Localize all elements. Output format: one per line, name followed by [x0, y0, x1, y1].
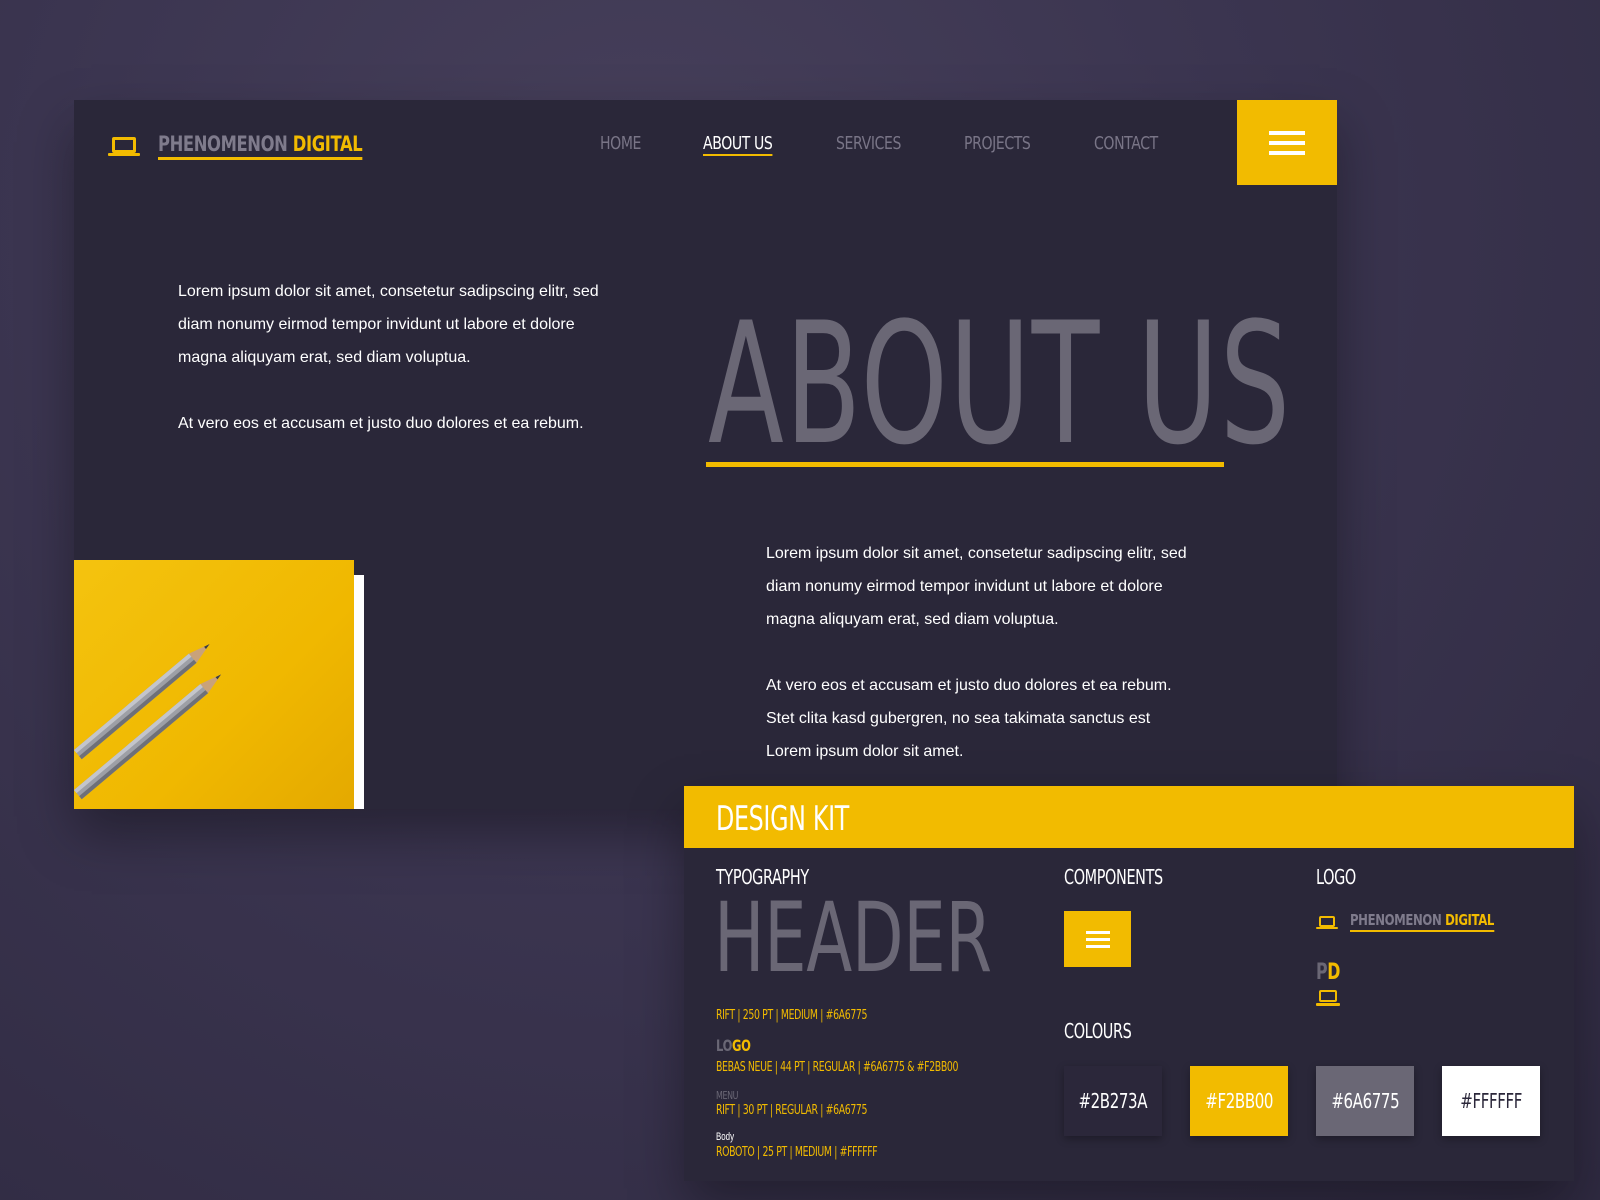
color-swatch-white: #FFFFFF — [1442, 1066, 1540, 1136]
brand-name-part2: DIGITAL — [292, 132, 363, 156]
logo-font-spec: BEBAS NEUE | 44 PT | REGULAR | #6A6775 &… — [716, 1060, 959, 1075]
brand-name-part1: PHENOMENON — [158, 132, 288, 156]
title-underline — [706, 462, 1224, 467]
menu-font-sample: MENU — [716, 1089, 739, 1102]
about-paragraph-2: At vero eos et accusam et justo duo dolo… — [766, 677, 1172, 760]
pencils-illustration — [74, 644, 222, 800]
header-font-spec: RIFT | 250 PT | MEDIUM | #6A6775 — [716, 1008, 868, 1023]
body-font-sample: Body — [716, 1131, 735, 1143]
color-swatch-yellow: #F2BB00 — [1190, 1066, 1288, 1136]
nav-about-us[interactable]: ABOUT US — [703, 133, 773, 156]
intro-paragraph-2: At vero eos et accusam et justo duo dolo… — [178, 415, 584, 432]
pencils-on-yellow-photo — [74, 560, 364, 809]
logo-font-sample: LOGO — [716, 1036, 751, 1055]
design-kit-header: DESIGN KIT — [684, 786, 1574, 848]
nav-contact[interactable]: CONTACT — [1094, 133, 1158, 154]
brand-name: PHENOMENON DIGITAL — [158, 132, 363, 160]
laptop-icon — [108, 133, 140, 159]
hamburger-menu-icon — [1085, 930, 1110, 934]
logo-full-sample: PHENOMENON DIGITAL — [1316, 911, 1535, 932]
intro-text: Lorem ipsum dolor sit amet, consetetur s… — [178, 275, 618, 440]
logo-wordmark: PHENOMENON DIGITAL — [1350, 911, 1494, 932]
component-menu-button[interactable] — [1064, 911, 1131, 967]
hamburger-menu-icon — [1269, 130, 1305, 135]
nav-services[interactable]: SERVICES — [836, 133, 901, 154]
intro-paragraph-1: Lorem ipsum dolor sit amet, consetetur s… — [178, 283, 599, 366]
laptop-icon — [1316, 987, 1340, 1007]
colours-label: COLOURS — [1064, 1019, 1132, 1043]
nav-projects[interactable]: PROJECTS — [964, 133, 1031, 154]
about-body-text: Lorem ipsum dolor sit amet, consetetur s… — [766, 537, 1196, 768]
logo-monogram: PD — [1316, 962, 1349, 1007]
design-kit-title: DESIGN KIT — [716, 799, 849, 839]
about-paragraph-1: Lorem ipsum dolor sit amet, consetetur s… — [766, 545, 1187, 628]
menu-font-spec: RIFT | 30 PT | REGULAR | #6A6775 — [716, 1103, 868, 1118]
design-kit-panel: DESIGN KIT TYPOGRAPHY HEADER RIFT | 250 … — [684, 786, 1574, 1181]
color-swatch-grey: #6A6775 — [1316, 1066, 1414, 1136]
logo-label: LOGO — [1316, 865, 1356, 889]
body-font-spec: ROBOTO | 25 PT | MEDIUM | #FFFFFF — [716, 1145, 878, 1160]
page-title: ABOUT US — [708, 286, 1292, 482]
brand-logo[interactable]: PHENOMENON DIGITAL — [108, 132, 420, 160]
color-swatch-dark: #2B273A — [1064, 1066, 1162, 1136]
hamburger-menu-button[interactable] — [1237, 100, 1337, 185]
components-label: COMPONENTS — [1064, 865, 1163, 889]
header-font-sample: HEADER — [714, 882, 992, 994]
website-mockup: PHENOMENON DIGITAL HOME ABOUT US SERVICE… — [74, 100, 1337, 809]
photo-yellow-background — [74, 560, 354, 809]
nav-home[interactable]: HOME — [600, 133, 641, 154]
laptop-icon — [1316, 913, 1338, 931]
